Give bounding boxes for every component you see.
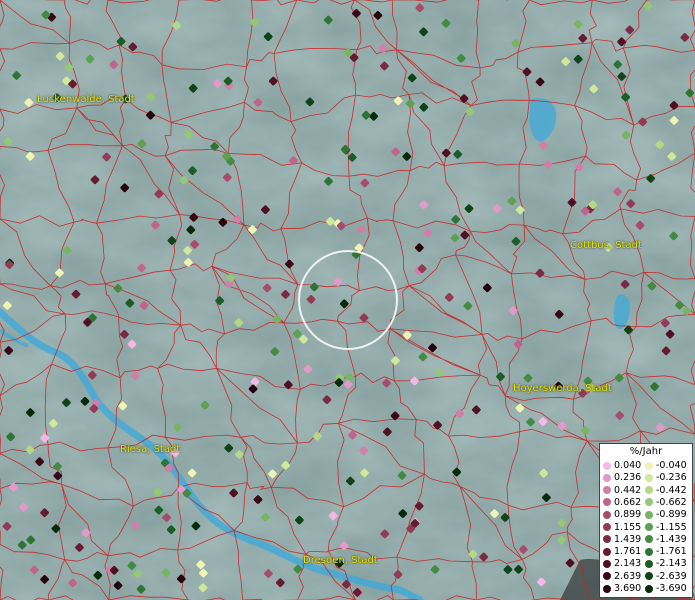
city-label-cottbus: Cottbus, Stadt	[570, 240, 642, 251]
legend-swatch	[645, 523, 653, 531]
legend-entry-positive: 2.639	[603, 571, 641, 583]
legend-entry-negative: -0.899	[645, 509, 687, 521]
legend-swatch	[603, 486, 611, 495]
legend-entry-negative: -2.143	[645, 558, 687, 570]
legend-entry-positive: 1.439	[603, 534, 641, 546]
legend-value: -0.236	[656, 472, 687, 484]
legend-swatch	[645, 498, 653, 507]
city-label-riesa: Riesa, Stadt	[120, 444, 181, 455]
legend-swatch	[603, 572, 611, 581]
city-label-hoyerswerda: Hoyerswerda, Stadt	[513, 383, 612, 394]
map-view[interactable]: Luckenwalde, Stadt Cottbus, Stadt Hoyers…	[0, 0, 695, 600]
legend-value: -1.155	[656, 521, 687, 533]
legend: %/Jahr 0.040 -0.040 0.236 -0.236 0.442 -0.442…	[599, 443, 693, 598]
legend-value: 0.442	[614, 484, 642, 496]
legend-entry-positive: 0.236	[603, 472, 641, 484]
legend-value: -1.439	[656, 533, 687, 545]
terrain-layer	[0, 0, 695, 600]
legend-swatch	[603, 461, 611, 470]
legend-value: -1.761	[656, 546, 687, 558]
legend-entry-positive: 0.040	[603, 460, 641, 472]
legend-entry-negative: -0.040	[645, 460, 687, 472]
legend-entry-negative: -2.639	[645, 571, 687, 583]
legend-swatch	[603, 523, 611, 531]
legend-swatch	[645, 510, 653, 519]
legend-swatch	[603, 510, 611, 519]
legend-swatch	[603, 498, 611, 507]
legend-entry-positive: 1.155	[603, 522, 641, 534]
legend-value: 1.439	[614, 533, 642, 545]
legend-swatch	[645, 473, 653, 482]
legend-value: 0.899	[614, 509, 642, 521]
legend-value: -2.639	[656, 570, 687, 582]
legend-entry-negative: -0.662	[645, 497, 687, 509]
legend-title: %/Jahr	[629, 446, 663, 457]
legend-swatch	[645, 559, 653, 568]
legend-value: 0.662	[614, 496, 642, 508]
legend-entry-negative: -1.761	[645, 546, 687, 558]
legend-value: 1.155	[614, 521, 642, 533]
legend-value: -0.040	[656, 460, 687, 471]
legend-entry-positive: 0.442	[603, 485, 641, 497]
legend-value: 0.236	[614, 472, 642, 484]
legend-swatch	[603, 535, 611, 544]
city-label-dresden: Dresden, Stadt	[303, 555, 378, 566]
legend-value: -0.442	[656, 484, 687, 496]
legend-swatch	[603, 584, 611, 593]
legend-value: 0.040	[614, 460, 642, 471]
city-label-luckenwalde: Luckenwalde, Stadt	[37, 94, 135, 105]
legend-value: 2.143	[614, 558, 642, 570]
legend-entry-negative: -1.439	[645, 534, 687, 546]
legend-entry-negative: -0.236	[645, 472, 687, 484]
legend-value: 2.639	[614, 570, 642, 582]
legend-entry-positive: 0.662	[603, 497, 641, 509]
legend-value: 1.761	[614, 546, 642, 558]
legend-swatch	[603, 559, 611, 568]
legend-swatch	[645, 486, 653, 495]
legend-swatch	[603, 547, 611, 556]
legend-value: -3.690	[656, 583, 687, 594]
legend-swatch	[645, 572, 653, 581]
legend-entry-negative: -1.155	[645, 522, 687, 534]
legend-value: -0.662	[656, 496, 687, 508]
legend-swatch	[645, 535, 653, 544]
legend-entry-positive: 2.143	[603, 558, 641, 570]
legend-entry-positive: 1.761	[603, 546, 641, 558]
legend-entry-positive: 3.690	[603, 583, 641, 595]
legend-value: -0.899	[656, 509, 687, 521]
legend-value: -2.143	[656, 558, 687, 570]
legend-swatch	[645, 461, 653, 470]
legend-entry-negative: -0.442	[645, 485, 687, 497]
legend-entry-negative: -3.690	[645, 583, 687, 595]
legend-swatch	[645, 547, 653, 556]
legend-entry-positive: 0.899	[603, 509, 641, 521]
legend-value: 3.690	[614, 583, 642, 594]
legend-swatch	[603, 473, 611, 482]
legend-swatch	[645, 584, 653, 593]
